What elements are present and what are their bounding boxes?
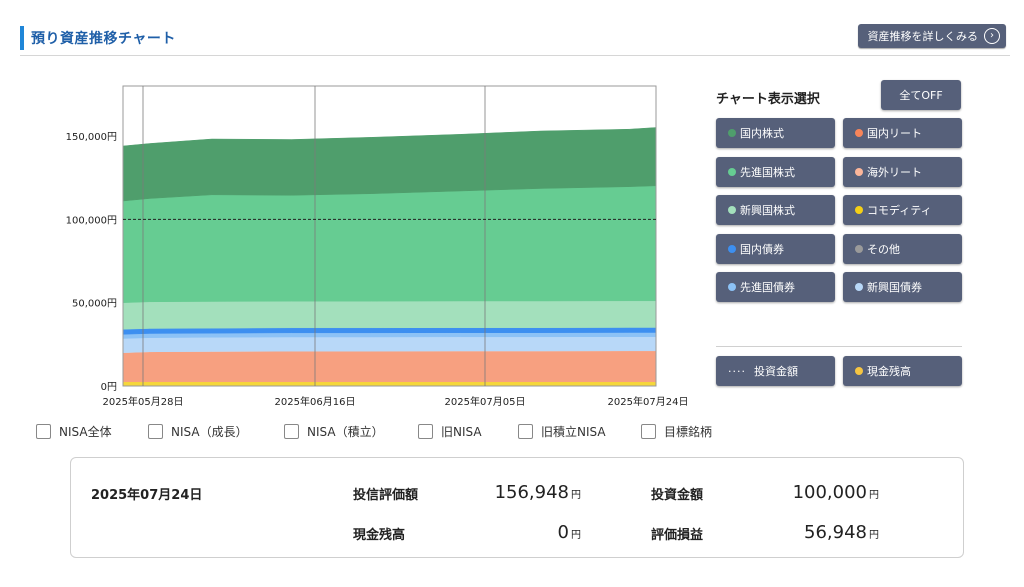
summary-date: 2025年07月24日 (91, 488, 203, 503)
filter-old-nisa[interactable]: 旧NISA (418, 423, 482, 440)
page-title: 預り資産推移チャート (31, 31, 176, 47)
cash-dot-icon (855, 367, 863, 375)
checkbox[interactable] (418, 424, 433, 439)
y-tick-label: 150,000円 (66, 132, 117, 143)
legend-commodity-label: コモディティ (867, 204, 932, 217)
y-tick-label: 100,000円 (66, 215, 117, 226)
legend-domestic-bond[interactable]: 国内債券 (716, 233, 835, 264)
legend-domestic-equity-label: 国内株式 (740, 127, 784, 140)
filter-old-tsumitate-nisa[interactable]: 旧積立NISA (518, 423, 606, 440)
color-dot-icon (855, 283, 863, 291)
asset-trend-chart: 0円50,000円100,000円150,000円 2025年05月28日 202… (66, 85, 689, 408)
gain-loss-value: 56,948 円 (719, 522, 879, 543)
filter-nisa-tsumitate[interactable]: NISA（積立） (284, 423, 384, 440)
legend-domestic-equity[interactable]: 国内株式 (716, 118, 835, 148)
legend-developed-equity-label: 先進国株式 (740, 165, 795, 179)
checkbox[interactable] (148, 424, 163, 439)
legend-emerging-bond[interactable]: 新興国債券 (843, 272, 962, 302)
filter-nisa-growth[interactable]: NISA（成長） (148, 423, 248, 440)
area-commodity (122, 381, 657, 387)
color-dot-icon (728, 206, 736, 214)
fund-value-number: 156,948 (494, 482, 569, 503)
legend-domestic-reit-label: 国内リート (867, 127, 922, 140)
color-dot-icon (855, 244, 863, 253)
filter-nisa-growth-label: NISA（成長） (171, 425, 248, 439)
legend-title: チャート表示選択 (716, 92, 820, 107)
filter-nisa-tsumitate-label: NISA（積立） (307, 425, 384, 439)
area-emerging-bond (122, 336, 657, 353)
color-dot-icon (855, 129, 863, 137)
fund-value: 156,948 円 (421, 482, 581, 503)
checkbox[interactable] (641, 424, 656, 439)
legend-foreign-reit[interactable]: 海外リート (843, 156, 962, 187)
legend-investment-label: 投資金額 (754, 365, 798, 378)
investment-value: 100,000 円 (719, 482, 879, 503)
legend-domestic-reit[interactable]: 国内リート (843, 118, 962, 148)
fund-value-label: 投信評価額 (353, 488, 419, 503)
dotted-line-icon: ···· (728, 364, 746, 378)
filter-target-stocks-label: 目標銘柄 (664, 425, 713, 439)
filter-nisa-all[interactable]: NISA全体 (36, 423, 112, 440)
filter-old-tsumitate-nisa-label: 旧積立NISA (541, 425, 606, 439)
color-dot-icon (728, 244, 736, 253)
asset-detail-button-label: 資産推移を詳しくみる (867, 30, 978, 43)
legend-other-label: その他 (867, 242, 900, 256)
title-accent-bar (20, 26, 24, 50)
legend-developed-bond[interactable]: 先進国債券 (716, 272, 835, 302)
page-header: 預り資産推移チャート 資産推移を詳しくみる › (20, 24, 1010, 56)
investment-label: 投資金額 (651, 488, 704, 503)
all-off-button[interactable]: 全てOFF (881, 80, 961, 110)
gain-loss-unit: 円 (869, 530, 879, 541)
legend-domestic-bond-label: 国内債券 (740, 242, 784, 256)
gain-loss-label: 評価損益 (651, 528, 704, 543)
legend-emerging-equity-label: 新興国株式 (740, 204, 795, 217)
gain-loss-number: 56,948 (804, 522, 867, 543)
color-dot-icon (855, 206, 863, 214)
investment-unit: 円 (869, 490, 879, 501)
cash-balance-unit: 円 (571, 530, 581, 541)
summary-panel: 2025年07月24日 投信評価額 156,948 円 投資金額 100,000 円… (70, 457, 964, 558)
legend-commodity[interactable]: コモディティ (843, 195, 962, 225)
filter-old-nisa-label: 旧NISA (441, 425, 482, 439)
cash-balance-value: 0円 (421, 522, 581, 543)
area-developed-equity (122, 185, 657, 303)
filter-nisa-all-label: NISA全体 (59, 425, 112, 439)
x-tick-label: 2025年07月05日 (445, 395, 526, 408)
legend-investment-line[interactable]: ···· 投資金額 (716, 356, 835, 386)
area-emerging-equity (122, 300, 657, 330)
legend-developed-bond-label: 先進国債券 (740, 281, 795, 294)
legend-cash-label: 現金残高 (867, 365, 911, 378)
cash-balance-number: 0 (557, 522, 569, 543)
x-axis-labels: 2025年05月28日 2025年06月16日 2025年07月05日 2025年07… (103, 395, 689, 408)
x-tick-label: 2025年07月24日 (608, 395, 689, 408)
x-tick-label: 2025年06月16日 (275, 395, 356, 408)
fund-value-unit: 円 (571, 490, 581, 501)
color-dot-icon (855, 167, 863, 176)
checkbox[interactable] (284, 424, 299, 439)
chevron-right-circle-icon: › (984, 28, 1000, 44)
asset-detail-button[interactable]: 資産推移を詳しくみる › (857, 24, 1006, 48)
investment-number: 100,000 (792, 482, 867, 503)
y-tick-label: 0円 (101, 382, 117, 393)
legend-emerging-bond-label: 新興国債券 (867, 281, 922, 294)
legend-divider (716, 346, 962, 347)
y-axis-labels: 0円 50,000円 100,000円 150,000円 (66, 132, 117, 393)
color-dot-icon (728, 167, 736, 176)
color-dot-icon (728, 129, 736, 137)
legend-cash-balance[interactable]: 現金残高 (843, 356, 962, 386)
y-tick-label: 50,000円 (72, 299, 117, 310)
chart-areas (122, 127, 657, 387)
x-tick-label: 2025年05月28日 (103, 395, 184, 408)
cash-balance-label: 現金残高 (353, 528, 406, 543)
area-domestic-reit (122, 350, 657, 383)
legend-other[interactable]: その他 (843, 233, 962, 264)
checkbox[interactable] (36, 424, 51, 439)
color-dot-icon (728, 283, 736, 291)
legend-foreign-reit-label: 海外リート (867, 165, 922, 179)
legend-developed-equity[interactable]: 先進国株式 (716, 156, 835, 187)
checkbox[interactable] (518, 424, 533, 439)
legend-emerging-equity[interactable]: 新興国株式 (716, 195, 835, 225)
filter-target-stocks[interactable]: 目標銘柄 (641, 423, 712, 440)
